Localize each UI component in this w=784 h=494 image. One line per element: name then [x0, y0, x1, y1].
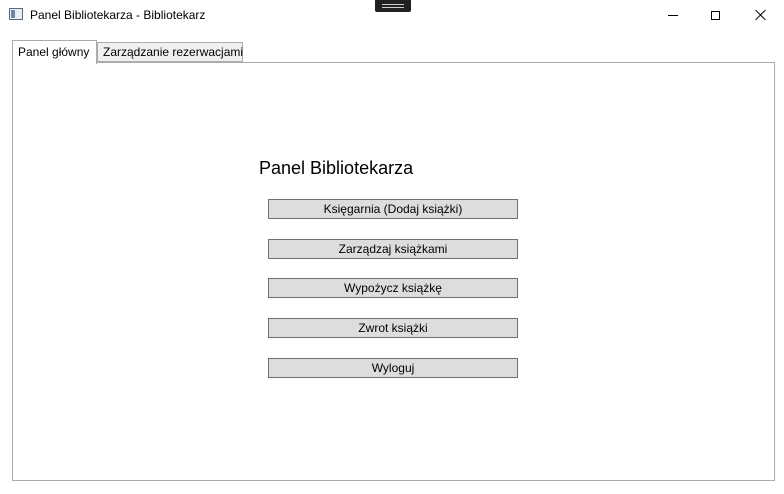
- maximize-button[interactable]: [692, 0, 738, 30]
- app-window-icon: [9, 8, 23, 20]
- manage-books-button[interactable]: Zarządzaj książkami: [268, 239, 518, 259]
- page-title: Panel Bibliotekarza: [259, 158, 414, 178]
- bookstore-add-books-button[interactable]: Księgarnia (Dodaj książki): [268, 199, 518, 219]
- window-title: Panel Bibliotekarza - Bibliotekarz: [30, 8, 206, 22]
- snap-grip-handle[interactable]: [375, 0, 411, 12]
- tab-content-panel: Panel Bibliotekarza Księgarnia (Dodaj ks…: [12, 62, 775, 481]
- return-book-button[interactable]: Zwrot książki: [268, 318, 518, 338]
- close-icon: [755, 9, 767, 21]
- minimize-icon: [668, 14, 678, 16]
- tab-zarzadzanie-rezerwacjami[interactable]: Zarządzanie rezerwacjami: [97, 42, 243, 62]
- lend-book-button[interactable]: Wypożycz książkę: [268, 278, 518, 298]
- maximize-icon: [710, 10, 720, 20]
- logout-button[interactable]: Wyloguj: [268, 358, 518, 378]
- title-bar[interactable]: Panel Bibliotekarza - Bibliotekarz: [0, 0, 784, 30]
- minimize-button[interactable]: [650, 0, 696, 30]
- tab-panel-glowny[interactable]: Panel główny: [12, 40, 97, 64]
- close-button[interactable]: [738, 0, 784, 30]
- app-window: Panel Bibliotekarza - Bibliotekarz Panel…: [0, 0, 784, 494]
